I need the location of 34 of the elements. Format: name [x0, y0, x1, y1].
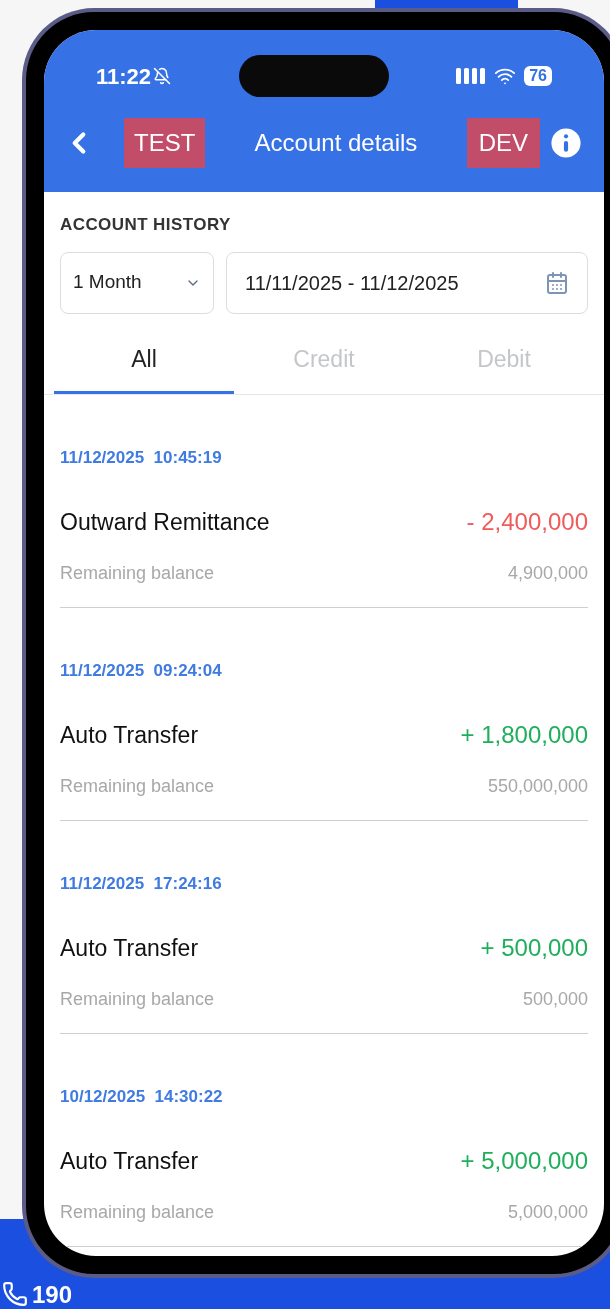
transaction-amount: + 1,800,000 [460, 720, 588, 750]
transaction-datetime: 11/12/2025 10:45:19 [60, 446, 223, 469]
calendar-icon [545, 270, 569, 295]
transaction-amount: + 500,000 [480, 933, 588, 963]
balance-amount: 550,000,000 [487, 775, 588, 798]
period-dropdown[interactable]: 1 Month [60, 251, 214, 314]
transaction-datetime: 11/12/2025 09:24:04 [60, 659, 223, 682]
battery-level: 76 [524, 66, 552, 86]
balance-amount: 500,000 [522, 988, 588, 1011]
balance-label: Remaining balance [60, 1201, 215, 1224]
transaction-amount: + 5,000,000 [460, 1146, 588, 1176]
bell-off-icon [153, 67, 172, 85]
screen-title: Account details [253, 128, 419, 158]
balance-label: Remaining balance [60, 988, 215, 1011]
transaction-title: Auto Transfer [60, 720, 199, 750]
balance-label: Remaining balance [60, 775, 215, 798]
status-time: 11:22 [96, 62, 152, 91]
date-range-field[interactable]: 11/11/2025 - 11/12/2025 [226, 251, 588, 314]
signal-icon [456, 68, 487, 84]
environment-badge: TEST [124, 118, 206, 168]
hotline-number: 190 [32, 1283, 73, 1307]
transaction-title: Auto Transfer [60, 1146, 199, 1176]
balance-amount: 4,900,000 [507, 562, 588, 585]
transaction-title: Auto Transfer [60, 933, 199, 963]
environment-badge: DEV [466, 118, 540, 168]
transaction-title: Outward Remittance [60, 507, 270, 537]
filter-tab[interactable]: All [54, 337, 234, 394]
balance-amount: 5,000,000 [507, 1201, 588, 1224]
phone-icon [2, 1281, 28, 1307]
transaction-datetime: 11/12/2025 17:24:16 [60, 872, 223, 895]
transaction-amount: - 2,400,000 [466, 507, 588, 537]
section-title: ACCOUNT HISTORY [60, 214, 232, 236]
transaction-datetime: 10/12/2025 14:30:22 [60, 1085, 224, 1108]
balance-label: Remaining balance [60, 562, 215, 585]
